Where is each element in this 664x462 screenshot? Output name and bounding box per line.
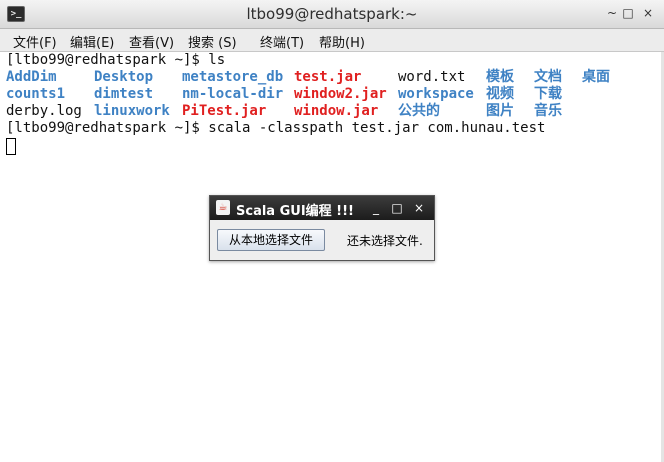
ls-entry: dimtest bbox=[94, 86, 154, 102]
ls-entry: nm-local-dir bbox=[182, 86, 284, 102]
menu-view[interactable]: 查看(V) bbox=[129, 32, 174, 51]
ls-entry: counts1 bbox=[6, 86, 66, 102]
close-button[interactable]: × bbox=[640, 5, 656, 21]
ls-entry: AddDim bbox=[6, 69, 57, 85]
ls-entry: 文档 bbox=[534, 69, 562, 85]
dialog-maximize-button[interactable]: □ bbox=[390, 200, 404, 216]
menu-edit[interactable]: 编辑(E) bbox=[70, 32, 114, 51]
ls-entry: Desktop bbox=[94, 69, 154, 85]
scala-gui-dialog: ☕ Scala GUI编程 !!! _ □ × 从本地选择文件 还未选择文件. bbox=[209, 195, 435, 261]
ls-entry: window2.jar bbox=[294, 86, 387, 102]
java-icon: ☕ bbox=[216, 200, 230, 215]
ls-entry: 公共的 bbox=[398, 103, 440, 119]
ls-entry: word.txt bbox=[398, 69, 466, 85]
ls-entry: 图片 bbox=[486, 103, 514, 119]
choose-local-file-button[interactable]: 从本地选择文件 bbox=[217, 229, 325, 251]
ls-entry: workspace bbox=[398, 86, 474, 102]
dialog-titlebar: ☕ Scala GUI编程 !!! _ □ × bbox=[210, 196, 434, 220]
ls-entry: 视频 bbox=[486, 86, 514, 102]
ls-entry: 下载 bbox=[534, 86, 562, 102]
dialog-close-button[interactable]: × bbox=[412, 200, 426, 216]
ls-entry: 桌面 bbox=[582, 69, 610, 85]
menu-terminal[interactable]: 终端(T) bbox=[260, 32, 304, 51]
ls-entry: PiTest.jar bbox=[182, 103, 267, 119]
ls-entry: 音乐 bbox=[534, 103, 562, 119]
menu-help[interactable]: 帮助(H) bbox=[319, 32, 365, 51]
menu-bar: 文件(F) 编辑(E) 查看(V) 搜索 (S) 终端(T) 帮助(H) bbox=[0, 29, 664, 52]
dialog-title: Scala GUI编程 !!! bbox=[236, 204, 354, 219]
text-cursor bbox=[6, 138, 16, 155]
minimize-button[interactable]: ~ bbox=[604, 5, 620, 21]
window-titlebar: >_ ltbo99@redhatspark:~ ~ □ × bbox=[0, 0, 664, 29]
ls-entry: 模板 bbox=[486, 69, 514, 85]
ls-entry: metastore_db bbox=[182, 69, 284, 85]
file-status-label: 还未选择文件. bbox=[347, 234, 423, 248]
window-title: ltbo99@redhatspark:~ bbox=[246, 5, 418, 23]
ls-entry: derby.log bbox=[6, 103, 82, 119]
menu-search[interactable]: 搜索 (S) bbox=[188, 32, 237, 51]
ls-entry: window.jar bbox=[294, 103, 379, 119]
maximize-button[interactable]: □ bbox=[620, 5, 636, 21]
command-line: [ltbo99@redhatspark ~]$ scala -classpath… bbox=[6, 120, 546, 136]
dialog-minimize-button[interactable]: _ bbox=[369, 200, 383, 216]
ls-entry: test.jar bbox=[294, 69, 362, 85]
prompt-line: [ltbo99@redhatspark ~]$ ls bbox=[6, 52, 226, 68]
menu-file[interactable]: 文件(F) bbox=[13, 32, 57, 51]
ls-entry: linuxwork bbox=[94, 103, 170, 119]
